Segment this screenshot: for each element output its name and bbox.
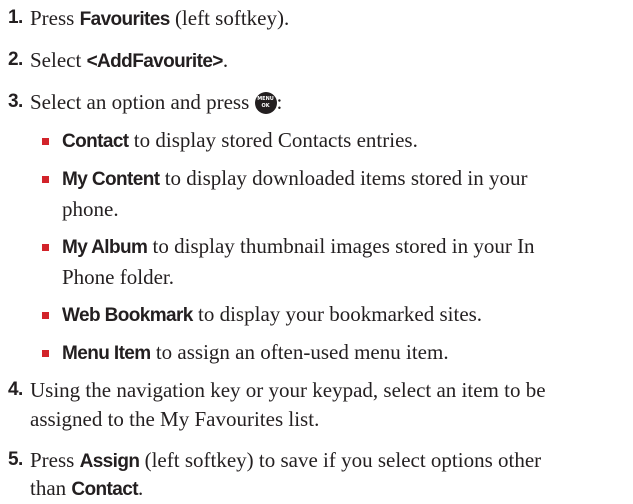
option-menu-item: Menu Item to assign an often-used menu i… — [62, 338, 449, 368]
keyword-assign: Assign — [79, 451, 140, 472]
step-number: 2. — [8, 49, 23, 70]
step-1: 1. Press Favourites (left softkey). — [8, 4, 289, 34]
step-text: assigned to the My Favourites list. — [30, 407, 320, 431]
keyword-addfavourite: <AddFavourite> — [86, 51, 224, 72]
option-my-album-cont: Phone folder. — [62, 263, 174, 291]
option-text: Phone folder. — [62, 265, 174, 289]
bullet-icon — [42, 244, 49, 251]
step-text: Select — [30, 48, 87, 72]
step-number: 3. — [8, 91, 23, 112]
step-text: than — [30, 476, 72, 500]
step-5: 5. Press Assign (left softkey) to save i… — [8, 446, 541, 476]
option-label: Contact — [62, 131, 129, 152]
option-text: to assign an often-used menu item. — [150, 340, 449, 364]
instruction-page: 1. Press Favourites (left softkey). 2. S… — [0, 0, 633, 502]
option-label: My Album — [62, 237, 148, 258]
keyword-contact: Contact — [71, 479, 138, 500]
option-text: to display thumbnail images stored in yo… — [147, 234, 535, 258]
step-text-end: . — [222, 48, 229, 72]
option-my-album: My Album to display thumbnail images sto… — [62, 232, 535, 262]
option-label: Menu Item — [62, 343, 151, 364]
option-web-bookmark: Web Bookmark to display your bookmarked … — [62, 300, 482, 330]
option-my-content-cont: phone. — [62, 195, 119, 223]
step-text: Select an option and press — [30, 90, 255, 114]
step-text: Using the navigation key or your keypad,… — [30, 378, 546, 402]
step-number: 5. — [8, 449, 23, 470]
step-4-cont: assigned to the My Favourites list. — [30, 405, 319, 433]
bullet-icon — [42, 350, 49, 357]
step-text: Press — [30, 6, 80, 30]
step-3: 3. Select an option and press MENU OK: — [8, 88, 282, 116]
step-4: 4. Using the navigation key or your keyp… — [8, 376, 546, 404]
menu-ok-key-icon: MENU OK — [254, 92, 277, 114]
bullet-icon — [42, 312, 49, 319]
bullet-icon — [42, 138, 49, 145]
step-number: 1. — [8, 7, 23, 28]
option-contact: Contact to display stored Contacts entri… — [62, 126, 418, 156]
step-5-cont: than Contact. — [30, 474, 143, 504]
option-label: Web Bookmark — [62, 305, 193, 326]
option-text: to display downloaded items stored in yo… — [159, 166, 528, 190]
keyword-favourites: Favourites — [79, 9, 171, 30]
step-text: Press — [30, 448, 80, 472]
step-text-end: (left softkey). — [169, 6, 290, 30]
option-label: My Content — [62, 169, 160, 190]
option-my-content: My Content to display downloaded items s… — [62, 164, 527, 194]
option-text: to display stored Contacts entries. — [128, 128, 418, 152]
step-text-end: : — [276, 90, 283, 114]
option-text: to display your bookmarked sites. — [192, 302, 483, 326]
step-text-end: . — [137, 476, 144, 500]
bullet-icon — [42, 176, 49, 183]
step-number: 4. — [8, 379, 23, 400]
step-2: 2. Select <AddFavourite>. — [8, 46, 228, 76]
option-text: phone. — [62, 197, 119, 221]
step-text-end: (left softkey) to save if you select opt… — [139, 448, 542, 472]
